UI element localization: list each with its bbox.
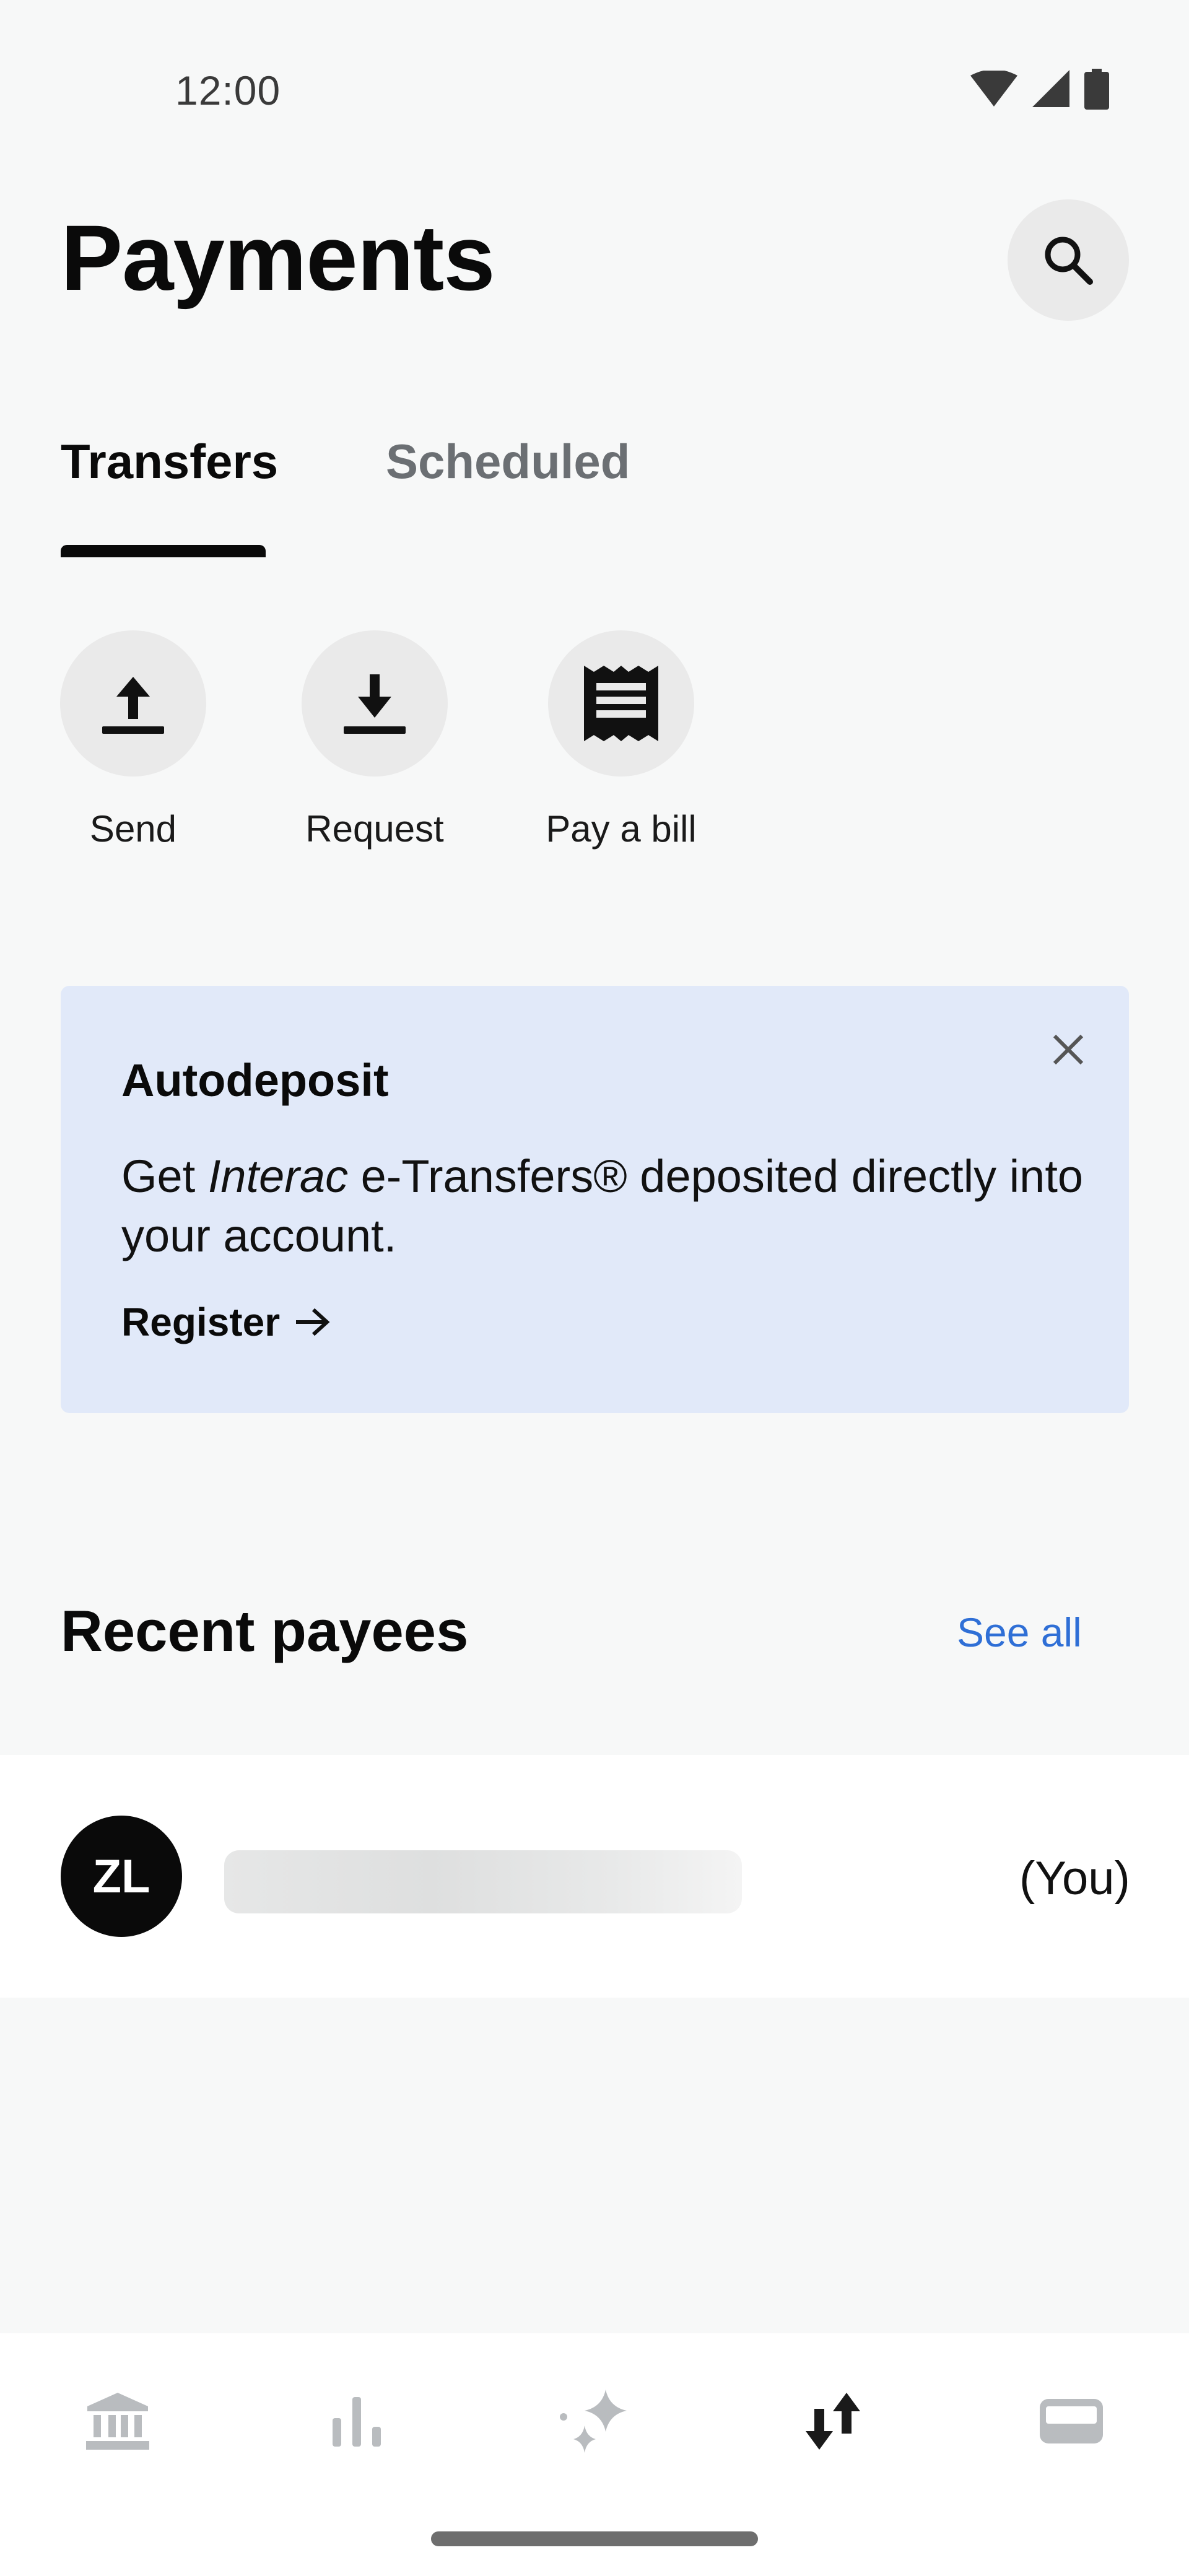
nav-insights[interactable] xyxy=(307,2387,406,2455)
tab-scheduled[interactable]: Scheduled xyxy=(386,433,630,490)
see-all-link[interactable]: See all xyxy=(957,1609,1082,1656)
send-action[interactable]: Send xyxy=(9,630,257,850)
payee-name-redacted xyxy=(224,1850,742,1913)
upload-arrow-icon xyxy=(102,677,164,734)
payee-self-tag: (You) xyxy=(1019,1852,1130,1905)
tab-transfers[interactable]: Transfers xyxy=(61,433,278,490)
pay-bill-label: Pay a bill xyxy=(546,808,697,850)
avatar: ZL xyxy=(61,1816,182,1937)
nav-payments[interactable] xyxy=(783,2387,882,2455)
card-title: Autodeposit xyxy=(121,1055,389,1106)
home-indicator[interactable] xyxy=(431,2531,758,2546)
recent-payees-title: Recent payees xyxy=(61,1598,469,1663)
search-button[interactable] xyxy=(1008,199,1129,321)
receipt-icon xyxy=(584,666,658,741)
sparkle-icon xyxy=(560,2390,627,2453)
register-link[interactable]: Register xyxy=(121,1299,331,1345)
register-label: Register xyxy=(121,1300,281,1344)
transfer-arrows-icon xyxy=(806,2393,860,2450)
nav-home[interactable] xyxy=(68,2387,167,2455)
wifi-icon xyxy=(970,71,1017,107)
request-label: Request xyxy=(305,808,444,850)
card-body-prefix: Get xyxy=(121,1151,208,1202)
pay-bill-button[interactable] xyxy=(548,630,694,777)
cellular-signal-icon xyxy=(1032,70,1069,107)
send-label: Send xyxy=(89,808,177,850)
status-icons xyxy=(969,67,1109,111)
request-button[interactable] xyxy=(302,630,448,777)
page-title: Payments xyxy=(61,206,495,310)
nav-cards[interactable] xyxy=(1022,2387,1121,2455)
card-icon xyxy=(1040,2399,1103,2443)
send-button[interactable] xyxy=(60,630,206,777)
close-card-button[interactable] xyxy=(1047,1028,1090,1071)
battery-icon xyxy=(1084,69,1109,110)
arrow-right-icon xyxy=(296,1308,330,1336)
status-time: 12:00 xyxy=(175,67,281,113)
close-icon xyxy=(1053,1034,1084,1065)
bank-icon xyxy=(86,2393,149,2450)
search-icon xyxy=(1045,237,1093,285)
nav-assistant[interactable] xyxy=(545,2387,644,2455)
card-body: Get Interac e-Transfers® deposited direc… xyxy=(121,1147,1087,1266)
request-action[interactable]: Request xyxy=(251,630,499,850)
tab-selected-indicator xyxy=(61,545,266,557)
download-arrow-icon xyxy=(344,674,406,734)
pay-bill-action[interactable]: Pay a bill xyxy=(497,630,745,850)
card-body-brand: Interac xyxy=(207,1151,349,1202)
bar-chart-icon xyxy=(333,2397,381,2447)
